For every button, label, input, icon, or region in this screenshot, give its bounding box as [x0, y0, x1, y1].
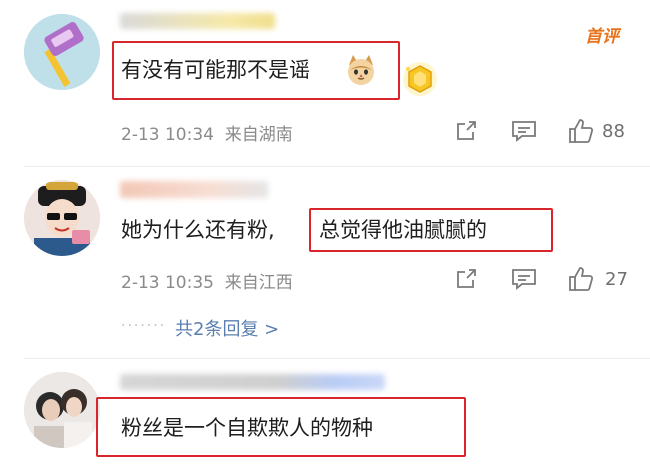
avatar[interactable] — [24, 180, 100, 256]
avatar-couple-image — [24, 372, 100, 448]
reply-dots-decoration: ······· — [121, 318, 167, 334]
comment-timestamp: 2-13 10:35 来自江西 — [121, 273, 293, 293]
like-icon[interactable] — [566, 116, 596, 146]
comment-text: 有没有可能那不是谣 — [121, 58, 310, 82]
like-count: 27 — [605, 269, 628, 290]
share-icon[interactable] — [452, 265, 480, 293]
cat-emoji-icon — [344, 53, 378, 87]
like-count: 88 — [602, 121, 625, 142]
first-comment-badge: 首评 — [585, 27, 619, 47]
comment-icon[interactable] — [510, 265, 538, 293]
view-replies-link[interactable]: 共2条回复 > — [175, 315, 279, 341]
divider — [24, 166, 650, 167]
avatar[interactable] — [24, 14, 100, 90]
avatar-hammer-image — [24, 14, 100, 90]
share-icon[interactable] — [452, 117, 480, 145]
comment-text: 粉丝是一个自欺欺人的物种 — [121, 416, 373, 440]
username-redacted[interactable] — [120, 374, 385, 390]
comment-timestamp: 2-13 10:34 来自湖南 — [121, 125, 293, 145]
comment-text-highlight: 总觉得他油腻腻的 — [319, 218, 487, 242]
username-redacted[interactable] — [120, 181, 268, 198]
like-icon[interactable] — [566, 264, 596, 294]
username-redacted[interactable] — [120, 13, 275, 29]
divider — [24, 358, 650, 359]
comment-text-prefix: 她为什么还有粉, — [121, 218, 275, 242]
comment-icon[interactable] — [510, 117, 538, 145]
avatar[interactable] — [24, 372, 100, 448]
coin-badge-icon — [401, 60, 439, 98]
avatar-queen-image — [24, 180, 100, 256]
